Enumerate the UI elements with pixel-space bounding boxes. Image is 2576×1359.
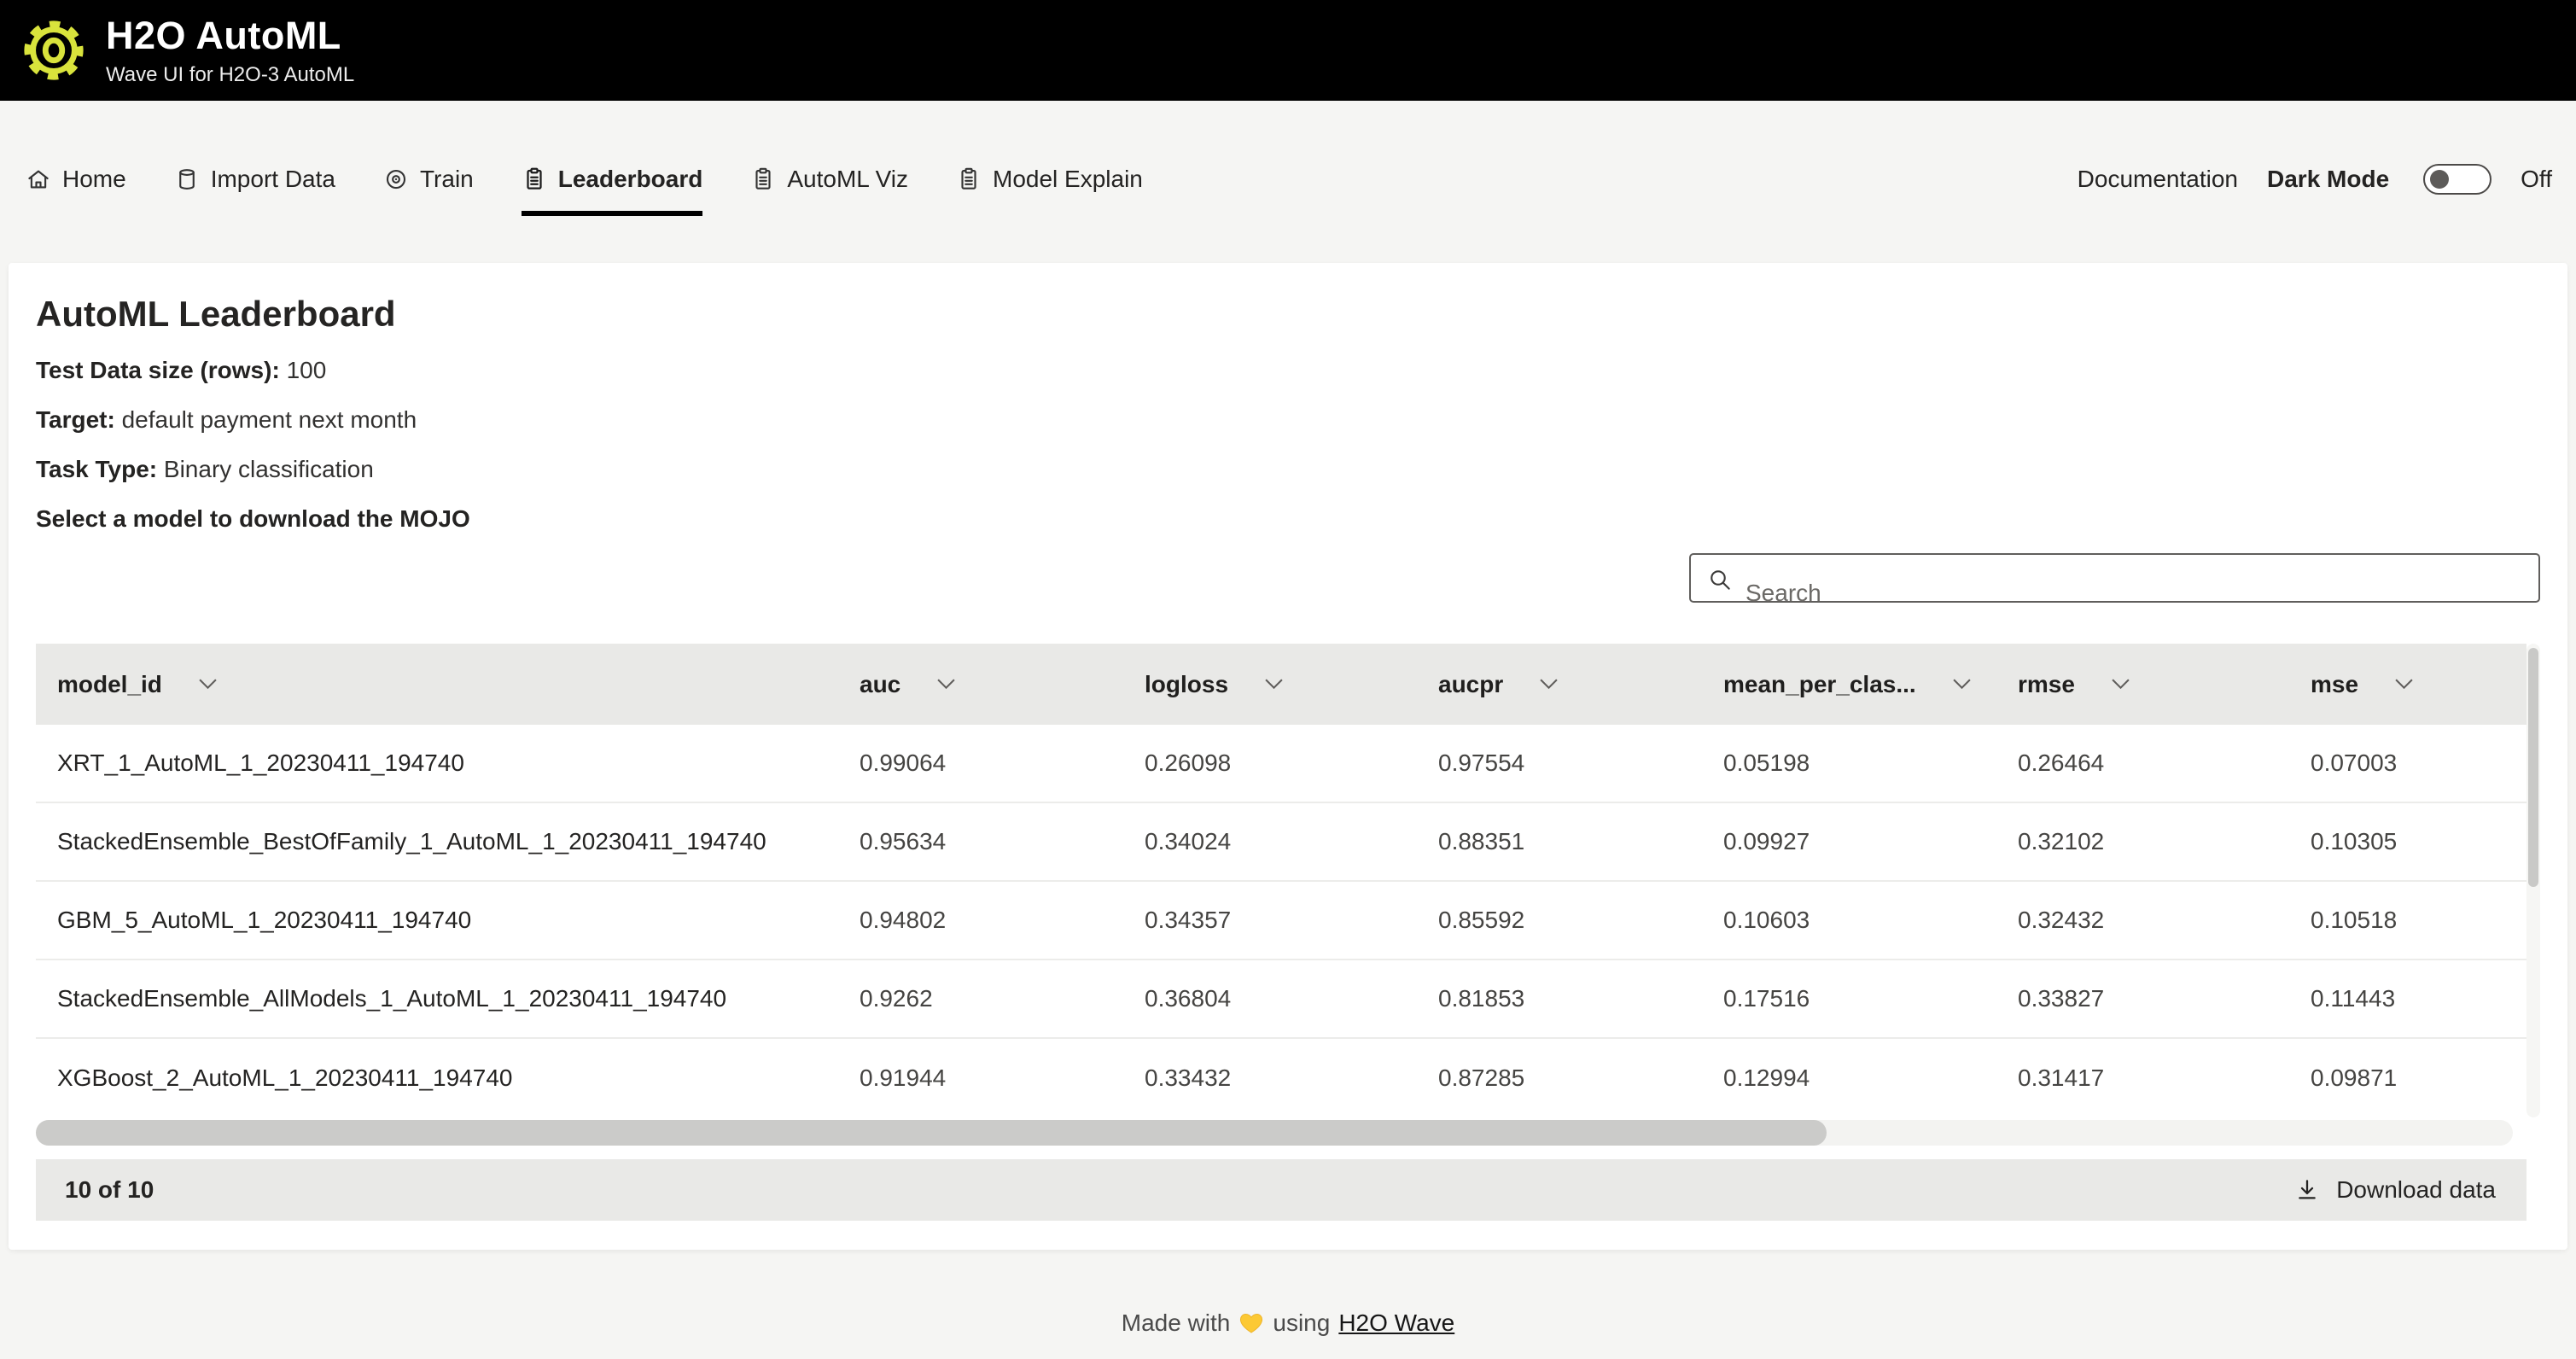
clipboard-icon (956, 166, 982, 192)
app-header: H2O AutoML Wave UI for H2O-3 AutoML (0, 0, 2576, 101)
download-data-button[interactable]: Download data (2293, 1176, 2496, 1204)
chevron-down-icon (1539, 678, 1559, 691)
home-icon (26, 166, 51, 192)
database-icon (174, 166, 200, 192)
footer-text-prefix: Made with (1122, 1309, 1231, 1337)
chevron-down-icon (1264, 678, 1284, 691)
nav-item-label: Import Data (211, 166, 335, 193)
download-icon (2293, 1176, 2321, 1204)
chevron-down-icon (198, 678, 218, 691)
horizontal-scrollbar[interactable] (36, 1120, 2513, 1146)
column-header-auc[interactable]: auc (838, 644, 1123, 725)
dark-mode-toggle[interactable] (2423, 164, 2491, 195)
nav-item-label: Train (420, 166, 474, 193)
toggle-state-label: Off (2521, 166, 2552, 193)
meta-task-type: Task Type: Binary classification (36, 456, 2540, 483)
column-header-logloss[interactable]: logloss (1123, 644, 1417, 725)
search-input[interactable] (1691, 570, 2538, 616)
row-count: 10 of 10 (65, 1176, 154, 1204)
nav-item-label: AutoML Viz (787, 166, 908, 193)
vertical-scrollbar-thumb[interactable] (2528, 648, 2538, 887)
clipboard-icon (750, 166, 776, 192)
nav-item-automl-viz[interactable]: AutoML Viz (750, 166, 908, 193)
leaderboard-table: model_id auc logloss aucpr mean_per_clas… (36, 644, 2540, 1221)
chevron-down-icon (1952, 678, 1972, 691)
table-row[interactable]: XGBoost_2_AutoML_1_20230411_194740 0.919… (36, 1039, 2526, 1117)
table-row[interactable]: GBM_5_AutoML_1_20230411_194740 0.94802 0… (36, 882, 2526, 960)
column-header-rmse[interactable]: rmse (1996, 644, 2289, 725)
documentation-link[interactable]: Documentation (2078, 166, 2238, 193)
nav-item-leaderboard[interactable]: Leaderboard (522, 166, 703, 193)
dark-mode-label: Dark Mode (2267, 166, 2389, 193)
chevron-down-icon (2394, 678, 2414, 691)
nav-item-label: Model Explain (993, 166, 1143, 193)
nav-item-label: Leaderboard (558, 166, 703, 193)
table-row[interactable]: XRT_1_AutoML_1_20230411_194740 0.99064 0… (36, 725, 2526, 803)
bullseye-icon (383, 166, 409, 192)
download-label: Download data (2336, 1176, 2496, 1204)
table-header-row: model_id auc logloss aucpr mean_per_clas… (36, 644, 2526, 725)
nav-bar: Home Import Data Train (0, 101, 2576, 213)
chevron-down-icon (936, 678, 956, 691)
meta-target: Target: default payment next month (36, 406, 2540, 434)
leaderboard-card: AutoML Leaderboard Test Data size (rows)… (9, 263, 2567, 1250)
h2o-wave-link[interactable]: H2O Wave (1338, 1309, 1454, 1337)
page-footer: Made with using H2O Wave (0, 1309, 2576, 1337)
gear-logo-icon (20, 17, 87, 84)
clipboard-icon (522, 166, 547, 192)
column-header-mse[interactable]: mse (2289, 644, 2526, 725)
selected-tab-underline (522, 211, 703, 216)
table-row[interactable]: StackedEnsemble_BestOfFamily_1_AutoML_1_… (36, 803, 2526, 882)
app-title: H2O AutoML (106, 14, 354, 58)
chevron-down-icon (2111, 678, 2130, 691)
nav-item-import-data[interactable]: Import Data (174, 166, 335, 193)
column-header-mean-per-class-error[interactable]: mean_per_clas... (1702, 644, 1996, 725)
nav-item-label: Home (62, 166, 126, 193)
footer-text-middle: using (1273, 1309, 1330, 1337)
vertical-scrollbar[interactable] (2526, 644, 2540, 1117)
page-title: AutoML Leaderboard (36, 294, 2540, 335)
table-footer: 10 of 10 Download data (36, 1159, 2526, 1221)
column-header-model-id[interactable]: model_id (36, 644, 838, 725)
meta-test-data-size: Test Data size (rows): 100 (36, 357, 2540, 384)
nav-item-model-explain[interactable]: Model Explain (956, 166, 1143, 193)
nav-item-train[interactable]: Train (383, 166, 474, 193)
yellow-heart-icon (1238, 1310, 1264, 1336)
horizontal-scrollbar-thumb[interactable] (36, 1120, 1827, 1146)
table-row[interactable]: StackedEnsemble_AllModels_1_AutoML_1_202… (36, 960, 2526, 1039)
mojo-instruction: Select a model to download the MOJO (36, 505, 2540, 533)
nav-item-home[interactable]: Home (26, 166, 126, 193)
column-header-aucpr[interactable]: aucpr (1417, 644, 1702, 725)
search-box (1689, 553, 2540, 603)
app-subtitle: Wave UI for H2O-3 AutoML (106, 63, 354, 87)
toggle-knob (2430, 170, 2449, 189)
table-body: XRT_1_AutoML_1_20230411_194740 0.99064 0… (36, 725, 2526, 1117)
